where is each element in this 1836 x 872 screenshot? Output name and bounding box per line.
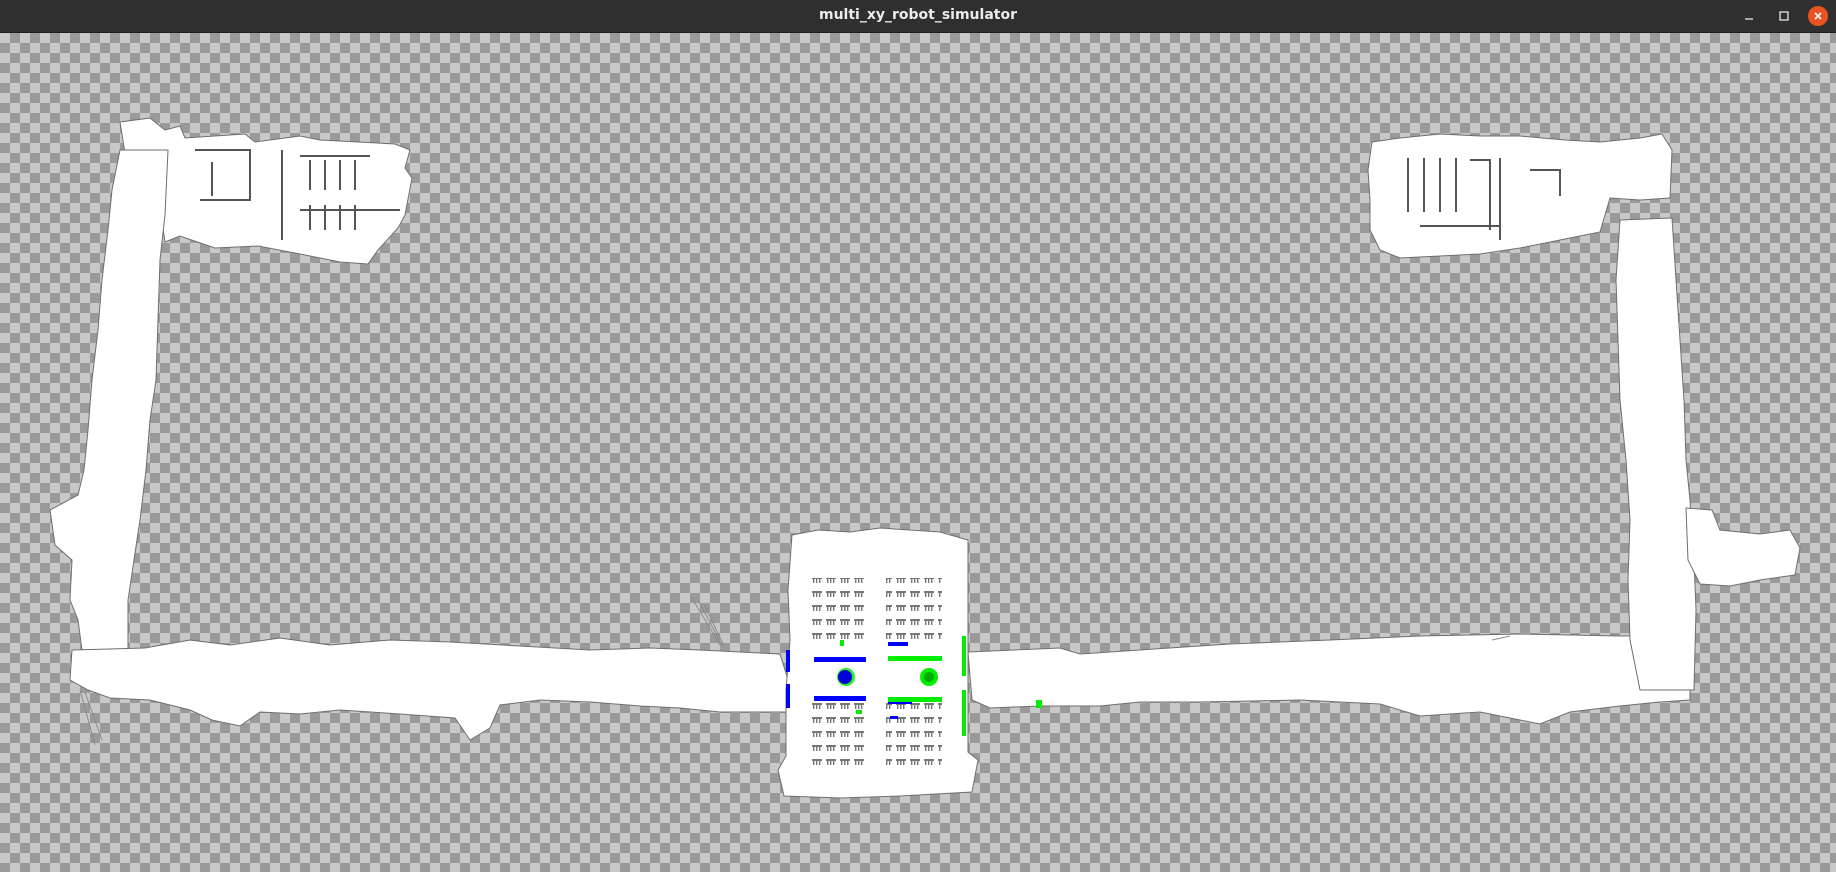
minimize-button[interactable] — [1739, 6, 1759, 26]
occupancy-map — [49, 117, 1801, 799]
robot-blue[interactable] — [837, 668, 855, 686]
app-window: multi_xy_robot_simulator — [0, 0, 1836, 872]
map-viewport[interactable] — [0, 33, 1836, 872]
minimize-icon — [1745, 18, 1753, 20]
title-bar[interactable]: multi_xy_robot_simulator — [0, 0, 1836, 33]
close-button[interactable] — [1808, 6, 1828, 26]
close-icon — [1814, 12, 1822, 20]
free-space — [49, 117, 1801, 799]
window-title: multi_xy_robot_simulator — [818, 7, 1017, 23]
maximize-icon — [1779, 11, 1789, 21]
maximize-button[interactable] — [1774, 6, 1794, 26]
robot-green[interactable] — [920, 668, 938, 686]
